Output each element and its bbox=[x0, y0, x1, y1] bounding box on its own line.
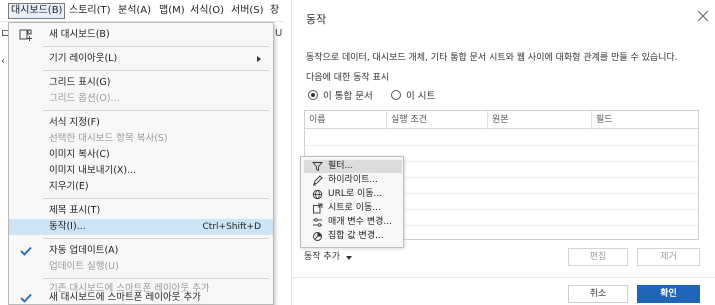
radio-button[interactable] bbox=[391, 90, 401, 100]
menu-analysis[interactable]: 분석(A) bbox=[116, 3, 153, 19]
radio-sheet[interactable]: 이 시트 bbox=[391, 88, 435, 102]
add-action-menu: 필터... 하이라이트... URL로 이동... 시트로 이동... 매개 변… bbox=[300, 156, 404, 248]
dialog-title: 동작 bbox=[306, 13, 327, 26]
ctx-item-label: 시트로 이동... bbox=[328, 203, 381, 213]
menu-item-run-update[interactable]: 업데이트 실행(U) bbox=[9, 259, 273, 275]
ctx-item-label: 하이라이트... bbox=[328, 175, 378, 185]
menu-divider bbox=[43, 46, 269, 47]
menu-item-format[interactable]: 서식 지정(F) bbox=[9, 115, 273, 131]
menu-item-add-phone-new[interactable]: 새 대시보드에 스마트폰 레이아웃 추가 bbox=[9, 291, 273, 304]
menu-item-grid-options[interactable]: 그리드 옵션(O)... bbox=[9, 91, 273, 107]
parameter-icon bbox=[313, 218, 322, 227]
dialog-description: 동작으로 데이터, 대시보드 개체, 기타 통합 문서 시트와 웹 사이에 대화… bbox=[306, 53, 678, 63]
add-action-go-to-sheet[interactable]: 시트로 이동... bbox=[304, 202, 402, 215]
close-icon[interactable] bbox=[697, 10, 709, 22]
menu-item-label: 이미지 내보내기(X)... bbox=[49, 165, 137, 176]
menu-item-shortcut: Ctrl+Shift+D bbox=[202, 222, 261, 232]
show-actions-label: 다음에 대한 동작 표시 bbox=[306, 73, 390, 83]
submenu-arrow-icon bbox=[257, 56, 261, 62]
add-action-highlight[interactable]: 하이라이트... bbox=[304, 174, 402, 187]
menu-item-new-dashboard[interactable]: 새 대시보드(B) bbox=[9, 27, 273, 43]
radio-label: 이 통합 문서 bbox=[323, 91, 373, 102]
menu-item-device-layout[interactable]: 기기 레이아웃(L) bbox=[9, 51, 273, 67]
menu-item-label: 그리드 표시(G) bbox=[49, 77, 111, 88]
menu-item-label: 새 대시보드에 스마트폰 레이아웃 추가 bbox=[49, 292, 201, 303]
menu-window[interactable]: 창 bbox=[268, 3, 281, 19]
cancel-button[interactable]: 취소 bbox=[568, 285, 628, 303]
menu-item-label: 지우기(E) bbox=[49, 181, 89, 192]
sheet-icon bbox=[313, 203, 323, 214]
checkmark-icon bbox=[20, 246, 32, 256]
add-action-filter[interactable]: 필터... bbox=[304, 160, 402, 173]
menubar: 대시보드(B) 스토리(T) 분석(A) 맵(M) 서식(O) 서버(S) 창 bbox=[0, 0, 283, 22]
ok-button[interactable]: 확인 bbox=[637, 285, 700, 303]
column-header-run-on[interactable]: 실행 조건 bbox=[387, 111, 488, 129]
menu-item-label: 새 대시보드(B) bbox=[49, 29, 110, 40]
column-header-fields[interactable]: 필드 bbox=[592, 111, 698, 129]
menu-divider bbox=[43, 238, 269, 239]
menu-item-label: 동작(I)... bbox=[49, 221, 86, 232]
menu-item-auto-update[interactable]: 자동 업데이트(A) bbox=[9, 243, 273, 259]
menu-item-label: 자동 업데이트(A) bbox=[49, 245, 119, 256]
menu-map[interactable]: 맵(M) bbox=[157, 3, 187, 19]
globe-icon bbox=[312, 189, 323, 200]
menu-item-copy-selected[interactable]: 선택한 대시보드 항목 복사(S) bbox=[9, 131, 273, 147]
add-action-change-set-values[interactable]: 집합 값 변경... bbox=[304, 230, 402, 243]
filter-icon bbox=[312, 162, 323, 172]
menu-item-copy-image[interactable]: 이미지 복사(C) bbox=[9, 147, 273, 163]
radio-label: 이 시트 bbox=[406, 91, 436, 102]
menu-item-show-title[interactable]: 제목 표시(T) bbox=[9, 203, 273, 219]
menu-story[interactable]: 스토리(T) bbox=[67, 3, 113, 19]
menu-dashboard[interactable]: 대시보드(B) bbox=[8, 3, 66, 19]
menu-item-actions[interactable]: 동작(I)... Ctrl+Shift+D bbox=[9, 219, 273, 235]
ctx-item-label: URL로 이동... bbox=[328, 189, 383, 199]
footer-divider bbox=[291, 277, 715, 278]
menu-item-label: 선택한 대시보드 항목 복사(S) bbox=[49, 133, 168, 144]
menu-item-label: 서식 지정(F) bbox=[49, 117, 100, 128]
add-action-dropdown[interactable]: 동작 추가 bbox=[304, 250, 352, 265]
menu-divider bbox=[43, 198, 269, 199]
column-header-source[interactable]: 원본 bbox=[488, 111, 592, 129]
add-action-change-parameter[interactable]: 매개 변수 변경... bbox=[304, 216, 402, 229]
radio-workbook[interactable]: 이 통합 문서 bbox=[308, 88, 373, 102]
menu-item-show-grid[interactable]: 그리드 표시(G) bbox=[9, 75, 273, 91]
menu-item-export-image[interactable]: 이미지 내보내기(X)... bbox=[9, 163, 273, 179]
menu-item-label: 제목 표시(T) bbox=[49, 205, 101, 216]
checkmark-icon bbox=[20, 293, 32, 303]
actions-dialog: 동작 동작으로 데이터, 대시보드 개체, 기타 통합 문서 시트와 웹 사이에… bbox=[291, 0, 715, 305]
menu-divider bbox=[43, 278, 269, 279]
menu-item-label: 그리드 옵션(O)... bbox=[49, 93, 120, 104]
menu-divider bbox=[43, 110, 269, 111]
column-header-name[interactable]: 이름 bbox=[305, 111, 387, 129]
chevron-down-icon bbox=[345, 255, 352, 260]
remove-button[interactable]: 제거 bbox=[637, 248, 700, 266]
menu-divider bbox=[43, 70, 269, 71]
menu-item-clear[interactable]: 지우기(E) bbox=[9, 179, 273, 195]
set-icon bbox=[313, 232, 322, 241]
ctx-item-label: 집합 값 변경... bbox=[328, 231, 384, 241]
table-header: 이름 실행 조건 원본 필드 bbox=[305, 111, 698, 129]
edit-button[interactable]: 편집 bbox=[568, 248, 628, 266]
dashboard-menu: 새 대시보드(B) 기기 레이아웃(L) 그리드 표시(G) 그리드 옵션(O)… bbox=[8, 22, 274, 305]
add-action-go-to-url[interactable]: URL로 이동... bbox=[304, 188, 402, 201]
ctx-item-label: 필터... bbox=[328, 161, 354, 171]
app-window: 대시보드(B) 스토리(T) 분석(A) 맵(M) 서식(O) 서버(S) 창 … bbox=[0, 0, 283, 305]
menu-item-label: 기기 레이아웃(L) bbox=[49, 53, 118, 64]
menu-item-label: 이미지 복사(C) bbox=[49, 149, 110, 160]
table-row bbox=[305, 145, 698, 146]
menu-format[interactable]: 서식(O) bbox=[188, 3, 226, 19]
collapse-icon[interactable]: ‹ bbox=[1, 56, 5, 67]
underline-icon[interactable]: U bbox=[275, 28, 282, 39]
add-action-label: 동작 추가 bbox=[304, 252, 340, 262]
highlighter-icon bbox=[313, 175, 323, 186]
menu-item-label: 업데이트 실행(U) bbox=[49, 261, 119, 272]
ctx-item-label: 매개 변수 변경... bbox=[328, 217, 392, 227]
menu-server[interactable]: 서버(S) bbox=[229, 3, 266, 19]
new-dashboard-icon bbox=[19, 29, 32, 41]
radio-button-checked[interactable] bbox=[308, 90, 318, 100]
